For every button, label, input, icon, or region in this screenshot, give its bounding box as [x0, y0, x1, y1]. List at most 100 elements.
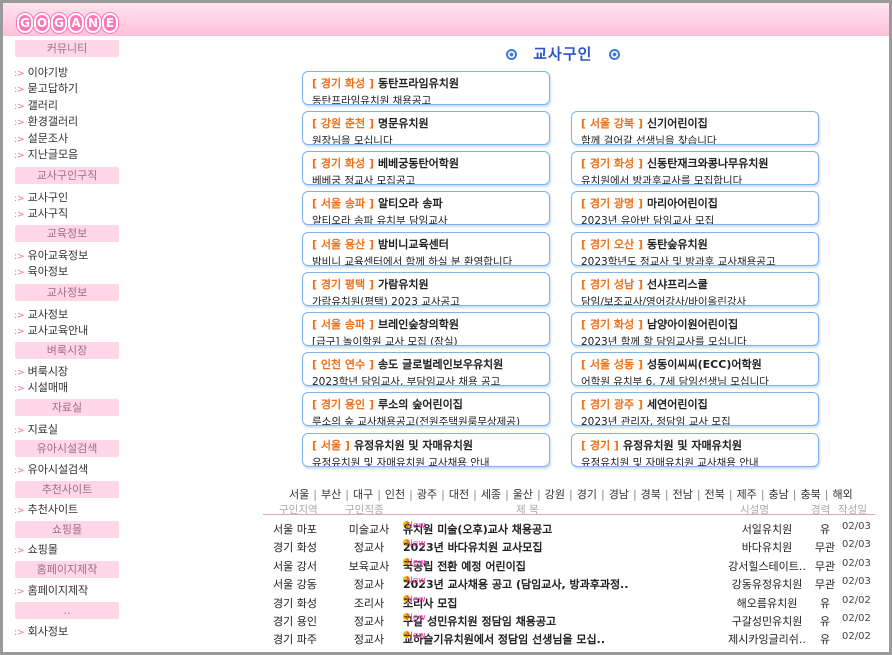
region-filter-link[interactable]: 광주	[417, 488, 437, 501]
job-card[interactable]: [ 경기 화성 ] 베베궁동탄어학원 베베궁 정교사 모집공고	[302, 151, 550, 186]
sidebar-link[interactable]: :> 이야기방	[14, 64, 68, 80]
region-filter-link[interactable]: 전남	[673, 488, 693, 501]
region-filter-link[interactable]: 제주	[737, 488, 757, 501]
region-filter-link[interactable]: 경기	[577, 488, 597, 501]
region-filter-link[interactable]: 인천	[385, 488, 405, 501]
sidebar-link[interactable]: :> 유아교육정보	[14, 247, 88, 263]
sidebar-link[interactable]: :> 교사구인	[14, 189, 68, 205]
region-filter-link[interactable]: 전북	[705, 488, 725, 501]
job-card-desc: 가람유치원(평택) 2023 교사공고	[312, 295, 460, 306]
region-filter-link[interactable]: 울산	[513, 488, 533, 501]
job-card[interactable]: [ 경기 화성 ] 신동탄재크와콩나무유치원 유치원에서 방과후교사를 모집합니다	[571, 151, 819, 186]
job-card[interactable]: [ 경기 광명 ] 마리아어린이집 2023년 유아반 담임교사 모집	[571, 191, 819, 226]
arrow-icon: :>	[14, 69, 25, 79]
region-filter-link[interactable]: 해외	[832, 488, 852, 501]
job-card[interactable]: [ 경기 용인 ] 루소의 숲어린이집 루소의 숲 교사채용공고(전원주택원룸무상제…	[302, 392, 550, 427]
region-filter-link[interactable]: 대전	[449, 488, 469, 501]
sidebar-link[interactable]: :> 갤러리	[14, 97, 58, 113]
table-row[interactable]: 경기 화성 정교사 2023년 바다유치원 교사모집 New 바다유치원 무관 02/03	[263, 539, 875, 557]
sidebar-link[interactable]: :> 지난글모음	[14, 146, 78, 162]
job-card[interactable]: [ 경기 오산 ] 동탄숲유치원 2023학년도 정교사 및 방과후 교사채용공고	[571, 231, 819, 266]
job-card[interactable]: [ 서울 성동 ] 성동이씨씨(ECC)어학원 어학원 유치부 6, 7세 담임선생…	[571, 352, 819, 387]
region-separator: |	[441, 488, 445, 501]
region-separator: |	[473, 488, 477, 501]
cell-org: 강서힐스테이트..	[728, 559, 806, 573]
job-card[interactable]: [ 경기 ] 유정유치원 및 자매유치원 유정유치원 및 자매유치원 교사채용 안내	[571, 432, 819, 467]
job-card[interactable]: [ 서울 ] 유정유치원 및 자매유치원 유정유치원 및 자매유치원 교사채용 안내	[302, 432, 550, 467]
region-filter-link[interactable]: 충북	[801, 488, 821, 501]
sidebar-link-label: 교사교육안내	[27, 324, 89, 338]
job-card[interactable]: [ 경기 화성 ] 남양아이원어린이집 2023년 함께 할 담임교사를 모십니다	[571, 312, 819, 346]
sidebar-link[interactable]: :> 육아정보	[14, 263, 68, 279]
job-card-heading: [ 강원 춘천 ] 명문유치원	[312, 115, 549, 131]
arrow-icon: :>	[14, 101, 25, 112]
arrow-icon: :>	[14, 546, 25, 556]
region-filter-link[interactable]: 충남	[769, 488, 789, 501]
sidebar-link[interactable]: :> 지료실	[14, 421, 58, 437]
sidebar-link[interactable]: :> 교사교육안내	[14, 322, 88, 338]
table-row[interactable]: 경기 파주 정교사 교하슬기유치원에서 정담임 선생님을 모십.. New 제시카잉글리…	[263, 631, 875, 649]
job-card-heading: [ 경기 오산 ] 동탄숲유치원	[581, 236, 818, 252]
sidebar-link-label: 회사정보	[27, 625, 69, 638]
job-card[interactable]: [ 경기 화성 ] 동탄프라임유치원 동탄프라임유치원 채용공고	[302, 71, 550, 105]
logo-letter: A	[68, 13, 84, 33]
sidebar-link[interactable]: :> 교사정보	[14, 306, 68, 322]
sidebar-link[interactable]: :> 쇼핑몰	[14, 541, 58, 557]
job-card-desc: 2023학년 담임교사, 부담임교사 채용 공고	[312, 376, 501, 387]
job-card-name: 베베궁동탄어학원	[378, 157, 459, 171]
region-filter-link[interactable]: 대구	[353, 488, 373, 501]
job-card-heading: [ 서울 송파 ] 브레인숲창의학원	[312, 316, 549, 332]
sidebar-link[interactable]: :> 묻고답하기	[14, 80, 78, 96]
sidebar-link[interactable]: :> 환경갤러리	[14, 113, 78, 129]
cell-exp: 무관	[814, 578, 836, 592]
region-filter-link[interactable]: 서울	[289, 488, 309, 501]
job-card-name: 동탄숲유치원	[647, 237, 708, 251]
sidebar-link[interactable]: :> 시설매매	[14, 379, 68, 395]
job-card-region: [ 경기 평택 ]	[312, 277, 375, 291]
table-row[interactable]: 서울 마포 미술교사 유치원 미술(오후)교사 채용공고 New 서일유치원 유 02/03	[263, 521, 875, 539]
sidebar-link[interactable]: :> 유아시설검색	[14, 461, 88, 477]
job-card-desc: 루소의 숲 교사채용공고(전원주택원룸무상제공)	[312, 416, 521, 427]
region-filter-link[interactable]: 경남	[609, 488, 629, 501]
job-card[interactable]: [ 서울 강북 ] 신기어린이집 함께 걸어갈 선생님을 찾습니다	[571, 111, 819, 145]
sidebar-link[interactable]: :> 교사구직	[14, 205, 68, 221]
region-separator: |	[569, 488, 573, 501]
region-filter-link[interactable]: 세종	[481, 488, 501, 501]
job-card[interactable]: [ 경기 평택 ] 가람유치원 가람유치원(평택) 2023 교사공고	[302, 271, 550, 306]
sidebar-link[interactable]: :> 설문조사	[14, 130, 68, 146]
region-filter-link[interactable]: 강원	[545, 488, 565, 501]
sidebar-link[interactable]: :> 추천사이트	[14, 501, 78, 517]
bullet-icon	[608, 49, 620, 60]
table-row[interactable]: 서울 강동 정교사 2023년 교사채용 공고 (담임교사, 방과후과정.. New 강…	[263, 576, 875, 594]
job-card[interactable]: [ 경기 광주 ] 세연어린이집 2023년 관리자, 정담임 교사 모집	[571, 392, 819, 427]
job-card[interactable]: [ 경기 성남 ] 선샤프리스쿨 담임/보조교사/영어강사/바이올린강사	[571, 271, 819, 306]
cell-job: 보육교사	[348, 559, 390, 573]
sidebar-link[interactable]: :> 벼룩시장	[14, 363, 68, 379]
job-card[interactable]: [ 강원 춘천 ] 명문유치원 원장님을 모십니다	[302, 111, 550, 145]
sidebar-link[interactable]: :> 홈페이지제작	[14, 582, 88, 598]
sidebar-section-header: 추천사이트	[15, 481, 119, 498]
site-logo[interactable]: GOGANE	[17, 13, 118, 35]
job-card-desc: 유정유치원 및 자매유치원 교사채용 안내	[581, 456, 759, 467]
table-row[interactable]: 경기 용인 정교사 구갈 성민유치원 정담임 채용공고 New 구갈성민유치원 유 02/0…	[263, 613, 875, 631]
job-card[interactable]: [ 서울 송파 ] 브레인숲창의학원 [급구] 놀이학원 교사 모집 (잠실)	[302, 312, 550, 346]
region-filter-link[interactable]: 경북	[641, 488, 661, 501]
job-card-region: [ 서울 ]	[312, 438, 350, 452]
cell-date: 02/03	[842, 521, 871, 532]
job-card-heading: [ 서울 용산 ] 밤비니교육센터	[312, 236, 549, 252]
sidebar-link[interactable]: :> 회사정보	[14, 623, 68, 639]
region-filter-link[interactable]: 부산	[321, 488, 341, 501]
job-card-name: 밤비니교육센터	[378, 237, 449, 251]
job-card-region: [ 서울 성동 ]	[581, 358, 644, 372]
table-row[interactable]: 경기 화성 조리사 조리사 모집 New 해오름유치원 유 02/02	[263, 594, 875, 613]
job-card[interactable]: [ 서울 용산 ] 밤비니교육센터 밤비니 교육센터에서 함께 하실 분 환영합니다	[302, 231, 550, 266]
job-card[interactable]: [ 서울 송파 ] 알티오라 송파 알티오라 송파 유치부 담임교사	[302, 191, 550, 226]
job-card-region: [ 서울 용산 ]	[312, 237, 375, 251]
job-card[interactable]: [ 인천 연수 ] 송도 글로벌레인보우유치원 2023학년 담임교사, 부담임교사…	[302, 352, 550, 387]
arrow-icon: :>	[14, 210, 25, 221]
region-separator: |	[792, 488, 797, 501]
sidebar-link-label: 유아교육정보	[27, 249, 89, 262]
logo-letter: G	[17, 13, 33, 33]
table-row[interactable]: 서울 강서 보육교사 국공립 전환 예정 어린이집 New 강서힐스테이트.. 무관 02/…	[263, 557, 875, 576]
new-badge: New	[406, 631, 426, 642]
